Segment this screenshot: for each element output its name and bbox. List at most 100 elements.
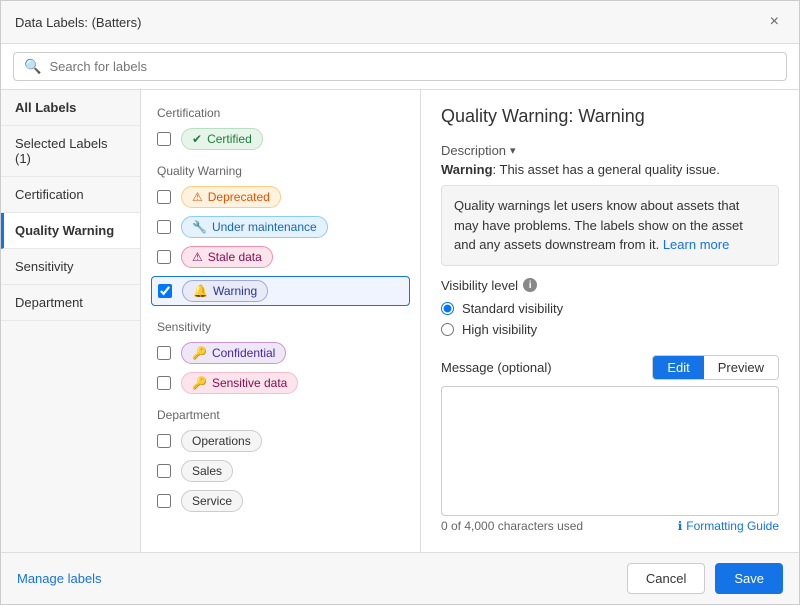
badge-under-maintenance[interactable]: 🔧 Under maintenance	[181, 216, 328, 238]
visibility-title: Visibility level i	[441, 278, 779, 293]
radio-high-visibility: High visibility	[441, 322, 779, 337]
checkbox-certified[interactable]	[157, 132, 171, 146]
label-row-warning: 🔔 Warning	[151, 276, 410, 306]
radio-high-input[interactable]	[441, 323, 454, 336]
formatting-guide-text: Formatting Guide	[686, 519, 779, 533]
visibility-section: Visibility level i Standard visibility H…	[441, 278, 779, 343]
badge-confidential[interactable]: 🔑 Confidential	[181, 342, 286, 364]
manage-labels-button[interactable]: Manage labels	[17, 571, 102, 586]
deprecated-icon: ⚠	[192, 190, 203, 204]
sidebar-item-sensitivity[interactable]: Sensitivity	[1, 249, 140, 285]
visibility-label: Visibility level	[441, 278, 518, 293]
checkbox-confidential[interactable]	[157, 346, 171, 360]
footer-buttons: Cancel Save	[627, 563, 783, 594]
certified-text: Certified	[207, 132, 252, 146]
main-body: All Labels Selected Labels (1) Certifica…	[1, 90, 799, 552]
stale-text: Stale data	[208, 250, 262, 264]
badge-sensitive-data[interactable]: 🔑 Sensitive data	[181, 372, 298, 394]
sales-text: Sales	[192, 464, 222, 478]
deprecated-text: Deprecated	[208, 190, 270, 204]
badge-service[interactable]: Service	[181, 490, 243, 512]
edit-preview-tabs: Edit Preview	[652, 355, 779, 380]
learn-more-link[interactable]: Learn more	[663, 237, 729, 252]
dialog: Data Labels: (Batters) × 🔍 All Labels Se…	[0, 0, 800, 605]
close-button[interactable]: ×	[764, 11, 785, 33]
formatting-guide-link[interactable]: ℹ Formatting Guide	[678, 519, 779, 533]
label-list-panel: Certification ✔ Certified Quality Warnin…	[141, 90, 421, 552]
checkbox-warning[interactable]	[158, 284, 172, 298]
chevron-down-icon: ▾	[510, 144, 516, 157]
visibility-info-icon: i	[523, 278, 537, 292]
sidebar: All Labels Selected Labels (1) Certifica…	[1, 90, 141, 552]
sidebar-item-department[interactable]: Department	[1, 285, 140, 321]
radio-standard-input[interactable]	[441, 302, 454, 315]
preview-tab[interactable]: Preview	[704, 356, 778, 379]
label-row-sensitive-data: 🔑 Sensitive data	[157, 372, 404, 394]
cancel-button[interactable]: Cancel	[627, 563, 705, 594]
sidebar-item-certification[interactable]: Certification	[1, 177, 140, 213]
message-textarea[interactable]	[441, 386, 779, 516]
badge-warning[interactable]: 🔔 Warning	[182, 280, 268, 302]
dialog-footer: Manage labels Cancel Save	[1, 552, 799, 604]
confidential-text: Confidential	[212, 346, 275, 360]
checkbox-operations[interactable]	[157, 434, 171, 448]
sidebar-item-selected-labels[interactable]: Selected Labels (1)	[1, 126, 140, 177]
group-title-sensitivity: Sensitivity	[157, 320, 404, 334]
sidebar-item-all-labels[interactable]: All Labels	[1, 90, 140, 126]
search-icon: 🔍	[24, 58, 41, 75]
badge-sales[interactable]: Sales	[181, 460, 233, 482]
label-row-under-maintenance: 🔧 Under maintenance	[157, 216, 404, 238]
label-row-deprecated: ⚠ Deprecated	[157, 186, 404, 208]
warning-icon: 🔔	[193, 284, 208, 298]
description-suffix: : This asset has a general quality issue…	[493, 162, 720, 177]
sensitive-text: Sensitive data	[212, 376, 287, 390]
checkbox-sensitive-data[interactable]	[157, 376, 171, 390]
certified-icon: ✔	[192, 132, 202, 146]
badge-deprecated[interactable]: ⚠ Deprecated	[181, 186, 281, 208]
message-label: Message (optional)	[441, 360, 552, 375]
search-input[interactable]	[49, 59, 776, 74]
info-box: Quality warnings let users know about as…	[441, 185, 779, 266]
edit-tab[interactable]: Edit	[653, 356, 703, 379]
sensitive-icon: 🔑	[192, 376, 207, 390]
sidebar-item-quality-warning[interactable]: Quality Warning	[1, 213, 140, 249]
label-row-operations: Operations	[157, 430, 404, 452]
maintenance-text: Under maintenance	[212, 220, 317, 234]
info-circle-icon: ℹ	[678, 519, 683, 533]
detail-panel: Quality Warning: Warning Description ▾ W…	[421, 90, 799, 552]
checkbox-sales[interactable]	[157, 464, 171, 478]
checkbox-service[interactable]	[157, 494, 171, 508]
checkbox-under-maintenance[interactable]	[157, 220, 171, 234]
char-count: 0 of 4,000 characters used	[441, 519, 583, 533]
group-title-quality-warning: Quality Warning	[157, 164, 404, 178]
stale-icon: ⚠	[192, 250, 203, 264]
label-row-service: Service	[157, 490, 404, 512]
description-text: Warning: This asset has a general qualit…	[441, 162, 779, 177]
operations-text: Operations	[192, 434, 251, 448]
label-row-stale-data: ⚠ Stale data	[157, 246, 404, 268]
description-warning-bold: Warning	[441, 162, 493, 177]
dialog-header: Data Labels: (Batters) ×	[1, 1, 799, 44]
message-section: Message (optional) Edit Preview 0 of 4,0…	[441, 355, 779, 533]
checkbox-deprecated[interactable]	[157, 190, 171, 204]
radio-standard-label: Standard visibility	[462, 301, 563, 316]
badge-stale-data[interactable]: ⚠ Stale data	[181, 246, 273, 268]
save-button[interactable]: Save	[715, 563, 783, 594]
confidential-icon: 🔑	[192, 346, 207, 360]
message-footer: 0 of 4,000 characters used ℹ Formatting …	[441, 519, 779, 533]
service-text: Service	[192, 494, 232, 508]
search-input-wrap: 🔍	[13, 52, 787, 81]
dialog-title: Data Labels: (Batters)	[15, 15, 141, 30]
group-title-department: Department	[157, 408, 404, 422]
badge-certified[interactable]: ✔ Certified	[181, 128, 263, 150]
description-section: Description ▾ Warning: This asset has a …	[441, 143, 779, 266]
description-header[interactable]: Description ▾	[441, 143, 779, 158]
badge-operations[interactable]: Operations	[181, 430, 262, 452]
message-header: Message (optional) Edit Preview	[441, 355, 779, 380]
maintenance-icon: 🔧	[192, 220, 207, 234]
radio-standard-visibility: Standard visibility	[441, 301, 779, 316]
label-row-confidential: 🔑 Confidential	[157, 342, 404, 364]
checkbox-stale-data[interactable]	[157, 250, 171, 264]
warning-text: Warning	[213, 284, 257, 298]
label-row-sales: Sales	[157, 460, 404, 482]
